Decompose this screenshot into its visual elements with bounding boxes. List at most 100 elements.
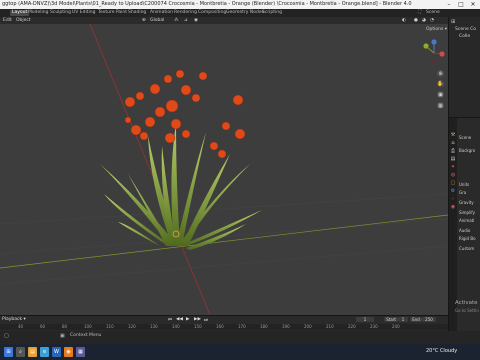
- camera-icon[interactable]: ▣: [437, 91, 444, 98]
- minimize-button[interactable]: –: [443, 0, 455, 9]
- os-taskbar: ⊞ ⌕ ▤ e W ◉ ▦ 20°C Cloudy: [0, 344, 480, 360]
- prop-custom[interactable]: Custom: [459, 246, 474, 251]
- shading-solid-icon[interactable]: ●: [414, 18, 418, 23]
- photo-icon[interactable]: ▦: [76, 347, 85, 357]
- prop-scene-header[interactable]: Scene: [459, 135, 471, 140]
- edge-icon[interactable]: e: [40, 347, 49, 357]
- floor-grid: [0, 193, 448, 285]
- snap-icon[interactable]: ⊿: [184, 18, 188, 23]
- ruler-tick: 40: [18, 324, 24, 329]
- maximize-button[interactable]: □: [455, 0, 467, 9]
- jump-end-icon[interactable]: ⏭: [204, 317, 208, 323]
- next-key-icon[interactable]: ▶▶: [194, 317, 201, 322]
- particles-tab-icon[interactable]: ⁘: [450, 196, 456, 202]
- ruler-tick: 130: [150, 324, 158, 329]
- world-tab-icon[interactable]: ◍: [450, 172, 456, 178]
- workspace-tab-uv-editing[interactable]: UV Editing: [72, 10, 95, 16]
- current-frame-field[interactable]: 1: [356, 317, 374, 322]
- hand-pan-icon[interactable]: ✋: [437, 80, 444, 87]
- activate-windows-subtitle: Go to Settin: [455, 308, 479, 313]
- workspace-tab-shading[interactable]: Shading: [128, 10, 146, 16]
- pivot-icon[interactable]: ⁂: [174, 18, 179, 23]
- menu-object[interactable]: Object: [16, 18, 31, 23]
- workspace-tab-rendering[interactable]: Rendering: [174, 10, 197, 16]
- ruler-tick: 160: [216, 324, 224, 329]
- overlay-icon[interactable]: ◐: [402, 18, 406, 23]
- prop-simplify[interactable]: Simplify: [459, 210, 475, 215]
- prop-audio[interactable]: Audio: [459, 228, 470, 233]
- prop-gravity-toggle[interactable]: Gra: [459, 190, 466, 195]
- options-dropdown[interactable]: Options ▾: [426, 27, 447, 32]
- workspace-tab-texture-paint[interactable]: Texture Paint: [98, 10, 127, 16]
- jump-start-icon[interactable]: ⏮: [168, 317, 172, 323]
- blender-icon[interactable]: ◉: [64, 347, 73, 357]
- scene-selector[interactable]: Scene: [426, 10, 440, 16]
- plant-leaves: [100, 124, 262, 250]
- ruler-tick: 150: [194, 324, 202, 329]
- mouse-left-icon: ▢: [4, 333, 9, 339]
- view-layer-tab-icon[interactable]: ▤: [450, 156, 456, 162]
- grid-view-icon[interactable]: ▦: [437, 102, 444, 109]
- scene-tab-icon[interactable]: ✦: [450, 164, 456, 170]
- y-axis-line: [0, 214, 448, 269]
- workspace-tab-animation[interactable]: Animation: [150, 10, 173, 16]
- prop-rigid-body[interactable]: Rigid Bo: [459, 236, 476, 241]
- workspace-tab-scripting[interactable]: Scripting: [262, 10, 282, 16]
- status-bar: ▢ ▣ Context Menu: [0, 331, 480, 344]
- tool-tab-icon[interactable]: ⚒: [450, 132, 456, 138]
- menu-edit[interactable]: Edit: [3, 18, 12, 23]
- workspace-tab-layout[interactable]: Layout: [10, 10, 30, 16]
- outliner-row-scene-collection[interactable]: Scene Co: [455, 27, 476, 32]
- mouse-right-icon: ▣: [60, 333, 65, 339]
- timeline-ruler[interactable]: 40 60 80 100 110 120 130 140 150 160 170…: [0, 324, 448, 330]
- zoom-icon[interactable]: ⊕: [437, 70, 444, 77]
- end-frame-field[interactable]: 250: [422, 317, 436, 322]
- ruler-tick: 210: [326, 324, 334, 329]
- ruler-tick: 240: [392, 324, 400, 329]
- window-title: ggtop (AMA-DNVZ)\3d Model\Plants\01_Read…: [2, 1, 412, 7]
- outliner-filter-icon[interactable]: ⊞: [451, 19, 455, 25]
- start-icon[interactable]: ⊞: [4, 347, 13, 357]
- output-tab-icon[interactable]: ⎙: [450, 148, 456, 154]
- start-frame-label: Start: [384, 317, 398, 322]
- weather-widget[interactable]: 20°C Cloudy: [426, 348, 457, 354]
- workspace-tab-geometry-nodes[interactable]: Geometry Nodes: [226, 10, 264, 16]
- modifier-tab-icon[interactable]: ⚙: [450, 188, 456, 194]
- start-frame-field[interactable]: 1: [398, 317, 408, 322]
- scene-icon[interactable]: ⛶: [418, 10, 421, 16]
- material-tab-icon[interactable]: ◉: [450, 204, 456, 210]
- proportional-edit-icon[interactable]: ◉: [194, 18, 198, 23]
- prop-animation[interactable]: Animati: [459, 218, 474, 223]
- prop-units[interactable]: Units: [459, 182, 469, 187]
- close-button[interactable]: ✕: [467, 0, 479, 9]
- workspace-tab-compositing[interactable]: Compositing: [198, 10, 226, 16]
- globe-icon[interactable]: ⊕: [142, 18, 146, 23]
- outliner-panel: ⊞ Scene Co Colle: [448, 17, 480, 117]
- prop-gravity[interactable]: Gravity: [459, 200, 474, 205]
- render-tab-icon[interactable]: ⌂: [450, 140, 456, 146]
- search-icon[interactable]: ⌕: [16, 347, 25, 357]
- ruler-tick: 100: [84, 324, 92, 329]
- shading-material-icon[interactable]: ◕: [422, 18, 426, 23]
- object-tab-icon[interactable]: ▢: [450, 180, 456, 186]
- timeline-playback-menu[interactable]: Playback ▾: [2, 317, 26, 322]
- prop-background[interactable]: Backgro: [459, 148, 475, 153]
- ruler-tick: 60: [40, 324, 46, 329]
- transform-orientation-dropdown[interactable]: Global: [150, 18, 164, 23]
- shading-rendered-icon[interactable]: ◔: [430, 18, 434, 23]
- ruler-tick: 80: [62, 324, 68, 329]
- workspace-tab-sculpting[interactable]: Sculpting: [50, 10, 71, 16]
- outliner-row-collection[interactable]: Colle: [459, 34, 470, 39]
- window-titlebar: ggtop (AMA-DNVZ)\3d Model\Plants\01_Read…: [0, 0, 480, 9]
- app-icon[interactable]: W: [52, 347, 61, 357]
- timeline-panel: Playback ▾ ⏮ ◀◀ ▶ ▶▶ ⏭ 1 Start 1 End 250…: [0, 315, 448, 332]
- plant-blossoms: [124, 69, 246, 159]
- play-icon[interactable]: ▶: [186, 317, 189, 322]
- ruler-tick: 190: [282, 324, 290, 329]
- viewport-3d[interactable]: ⊕ ✋ ▣ ▦: [0, 24, 448, 315]
- prev-key-icon[interactable]: ◀◀: [176, 317, 183, 322]
- navigation-gizmo[interactable]: [423, 39, 445, 64]
- workspace-tab-modeling[interactable]: Modeling: [28, 10, 48, 16]
- explorer-icon[interactable]: ▤: [28, 347, 37, 357]
- ruler-tick: 120: [128, 324, 136, 329]
